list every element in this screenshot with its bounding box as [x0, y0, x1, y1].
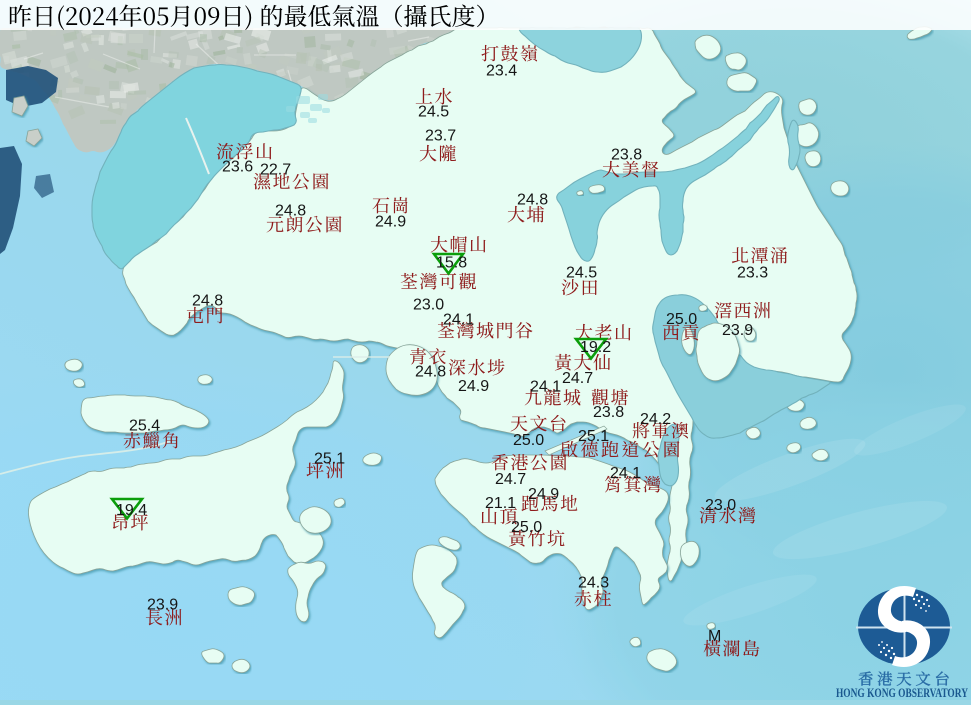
svg-text:24.9: 24.9 — [375, 214, 406, 231]
svg-text:24.3: 24.3 — [578, 575, 609, 592]
svg-text:19.4: 19.4 — [116, 502, 147, 519]
svg-text:24.2: 24.2 — [640, 411, 671, 428]
svg-text:23.9: 23.9 — [147, 597, 178, 614]
svg-text:25.0: 25.0 — [666, 311, 697, 328]
svg-text:23.0: 23.0 — [413, 297, 444, 314]
svg-text:24.7: 24.7 — [495, 471, 526, 488]
svg-text:23.0: 23.0 — [705, 497, 736, 514]
svg-text:23.9: 23.9 — [722, 322, 753, 339]
svg-text:24.8: 24.8 — [415, 364, 446, 381]
svg-text:24.5: 24.5 — [566, 265, 597, 282]
svg-text:24.1: 24.1 — [443, 312, 474, 329]
svg-text:15.8: 15.8 — [436, 255, 467, 272]
svg-text:25.0: 25.0 — [513, 432, 544, 449]
svg-text:24.9: 24.9 — [458, 378, 489, 395]
svg-text:24.1: 24.1 — [530, 379, 561, 396]
svg-text:M: M — [708, 628, 721, 645]
svg-text:24.5: 24.5 — [418, 104, 449, 121]
svg-text:24.9: 24.9 — [528, 486, 559, 503]
svg-text:23.8: 23.8 — [611, 147, 642, 164]
svg-text:23.8: 23.8 — [593, 404, 624, 421]
svg-text:25.1: 25.1 — [314, 451, 345, 468]
svg-text:22.7: 22.7 — [260, 162, 291, 179]
svg-text:24.8: 24.8 — [192, 293, 223, 310]
svg-text:23.6: 23.6 — [222, 159, 253, 176]
svg-text:25.4: 25.4 — [129, 418, 160, 435]
svg-text:HONG KONG OBSERVATORY: HONG KONG OBSERVATORY — [836, 685, 968, 700]
svg-text:25.0: 25.0 — [511, 519, 542, 536]
svg-text:24.7: 24.7 — [562, 370, 593, 387]
svg-text:24.8: 24.8 — [517, 192, 548, 209]
svg-text:19.2: 19.2 — [580, 339, 611, 356]
svg-text:25.1: 25.1 — [578, 428, 609, 445]
svg-text:23.4: 23.4 — [486, 63, 517, 80]
svg-text:21.1: 21.1 — [485, 495, 516, 512]
svg-text:24.8: 24.8 — [275, 203, 306, 220]
svg-text:23.7: 23.7 — [425, 128, 456, 145]
svg-text:24.1: 24.1 — [610, 465, 641, 482]
svg-text:23.3: 23.3 — [737, 265, 768, 282]
